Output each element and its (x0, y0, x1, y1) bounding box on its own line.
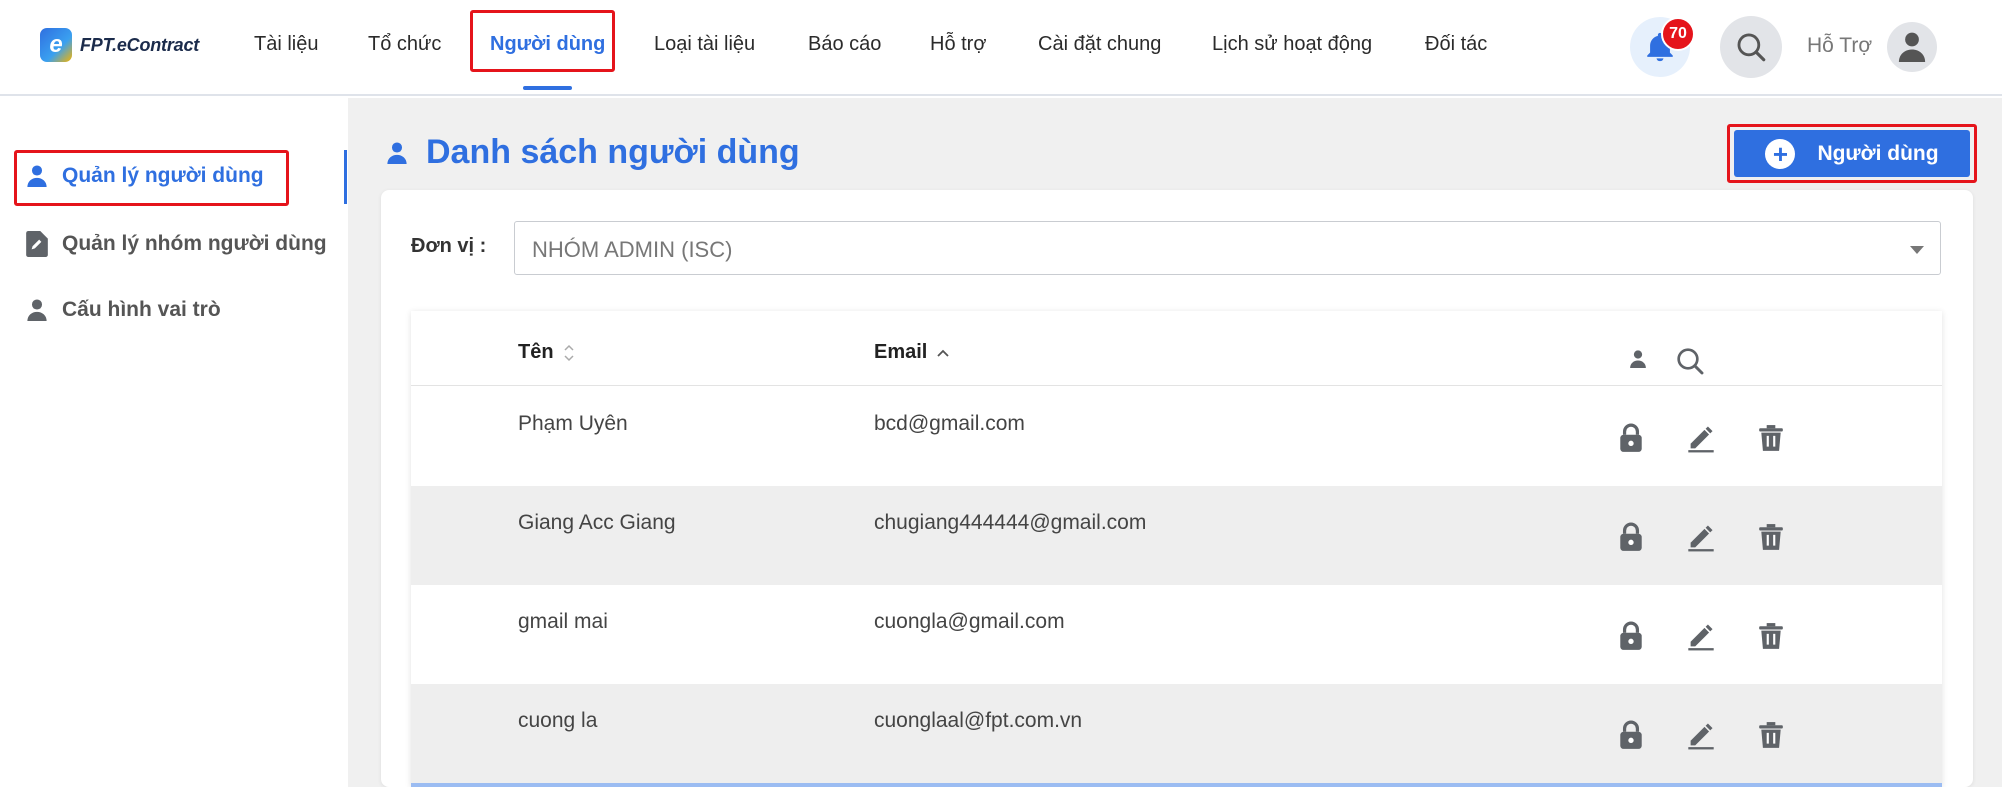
cell-email: cuonglaal@fpt.com.vn (874, 709, 1083, 732)
edit-button[interactable] (1687, 719, 1715, 751)
unit-select[interactable]: NHÓM ADMIN (ISC) (514, 221, 1941, 275)
pencil-icon (1688, 525, 1714, 552)
app-logo[interactable]: e FPT.eContract (40, 28, 199, 62)
plus-circle-icon: + (1765, 138, 1796, 169)
sidebar-item-label: Cấu hình vai trò (62, 298, 221, 321)
delete-button[interactable] (1757, 521, 1785, 553)
column-header-name-label: Tên (518, 341, 554, 363)
cell-name: gmail mai (518, 610, 608, 633)
trash-icon (1759, 623, 1783, 649)
column-header-email-label: Email (874, 341, 928, 363)
pencil-icon (1688, 624, 1714, 651)
search-icon (1737, 33, 1766, 62)
global-search-button[interactable] (1720, 16, 1782, 78)
user-avatar[interactable] (1887, 22, 1937, 72)
page-title-text: Danh sách người dùng (426, 133, 800, 171)
delete-button[interactable] (1757, 422, 1785, 454)
table-search-button[interactable] (1674, 345, 1706, 382)
cell-name: Phạm Uyên (518, 412, 628, 435)
sidebar-item-label: Quản lý người dùng (62, 164, 264, 187)
nav-item-document-types[interactable]: Loại tài liệu (654, 33, 755, 56)
table-row: Giang Acc Giang chugiang444444@gmail.com (411, 486, 1942, 585)
row-actions (1617, 719, 1785, 751)
row-actions (1617, 521, 1785, 553)
nav-item-support[interactable]: Hỗ trợ (930, 33, 986, 56)
lock-icon (1620, 621, 1642, 650)
table-bottom-border (411, 783, 1942, 787)
document-edit-icon (26, 231, 48, 257)
lock-button[interactable] (1617, 620, 1645, 652)
logo-mark-icon: e (40, 28, 72, 62)
pencil-icon (1688, 426, 1714, 453)
add-user-button-label: Người dùng (1817, 141, 1939, 165)
notification-badge: 70 (1661, 17, 1695, 51)
lock-button[interactable] (1617, 719, 1645, 751)
nav-item-organization[interactable]: Tổ chức (368, 33, 441, 56)
pencil-icon (1688, 723, 1714, 750)
sidebar-item-role-config[interactable]: Cấu hình vai trò (26, 298, 221, 322)
sidebar-item-user-management[interactable]: Quản lý người dùng (26, 164, 264, 188)
active-tab-indicator (523, 86, 572, 90)
trash-icon (1759, 425, 1783, 451)
edit-button[interactable] (1687, 620, 1715, 652)
cell-name: Giang Acc Giang (518, 511, 676, 534)
cell-email: cuongla@gmail.com (874, 610, 1065, 633)
user-icon (1630, 350, 1646, 368)
table-header: Tên Email (411, 311, 1942, 386)
nav-item-partners[interactable]: Đối tác (1425, 33, 1487, 56)
user-icon (27, 165, 47, 187)
trash-icon (1759, 524, 1783, 550)
lock-icon (1620, 522, 1642, 551)
top-navbar: e FPT.eContract Tài liệu Tổ chức Người d… (0, 0, 2002, 96)
edit-button[interactable] (1687, 422, 1715, 454)
table-row: gmail mai cuongla@gmail.com (411, 585, 1942, 684)
nav-item-reports[interactable]: Báo cáo (808, 33, 881, 56)
sort-both-icon (564, 344, 574, 361)
column-header-email[interactable]: Email (874, 341, 949, 364)
lock-icon (1620, 423, 1642, 452)
row-actions (1617, 422, 1785, 454)
user-avatar-icon (1898, 32, 1926, 62)
search-icon (1677, 348, 1704, 375)
lock-icon (1620, 720, 1642, 749)
sort-ascending-icon (937, 349, 949, 357)
table-row: Phạm Uyên bcd@gmail.com (411, 387, 1942, 486)
sidebar-item-label: Quản lý nhóm người dùng (62, 232, 327, 255)
column-header-name[interactable]: Tên (518, 341, 574, 364)
cell-name: cuong la (518, 709, 598, 732)
trash-icon (1759, 722, 1783, 748)
highlight-box-nav (470, 10, 615, 72)
nav-item-activity-history[interactable]: Lịch sử hoạt động (1212, 33, 1372, 56)
cell-email: chugiang444444@gmail.com (874, 511, 1147, 534)
lock-button[interactable] (1617, 422, 1645, 454)
user-filter-button[interactable] (1629, 348, 1647, 375)
delete-button[interactable] (1757, 719, 1785, 751)
user-icon (387, 141, 407, 164)
logo-text: FPT.eContract (80, 34, 200, 55)
sidebar-active-indicator (344, 150, 347, 204)
table-row: cuong la cuonglaal@fpt.com.vn (411, 684, 1942, 783)
edit-button[interactable] (1687, 521, 1715, 553)
users-table: Tên Email Phạm Uyên bcd@gmail.com Giang … (411, 311, 1942, 787)
delete-button[interactable] (1757, 620, 1785, 652)
unit-label: Đơn vị : (411, 235, 487, 257)
sidebar-item-user-groups[interactable]: Quản lý nhóm người dùng (26, 231, 327, 257)
page-title: Danh sách người dùng (386, 133, 800, 172)
lock-button[interactable] (1617, 521, 1645, 553)
row-actions (1617, 620, 1785, 652)
unit-select-value: NHÓM ADMIN (ISC) (532, 237, 733, 262)
cell-email: bcd@gmail.com (874, 412, 1025, 435)
user-icon (27, 299, 47, 321)
add-user-button[interactable]: + Người dùng (1734, 130, 1970, 177)
user-name-label[interactable]: Hỗ Trợ (1807, 34, 1872, 58)
nav-item-documents[interactable]: Tài liệu (254, 33, 318, 56)
chevron-down-icon (1910, 246, 1924, 254)
nav-item-settings[interactable]: Cài đặt chung (1038, 33, 1161, 56)
